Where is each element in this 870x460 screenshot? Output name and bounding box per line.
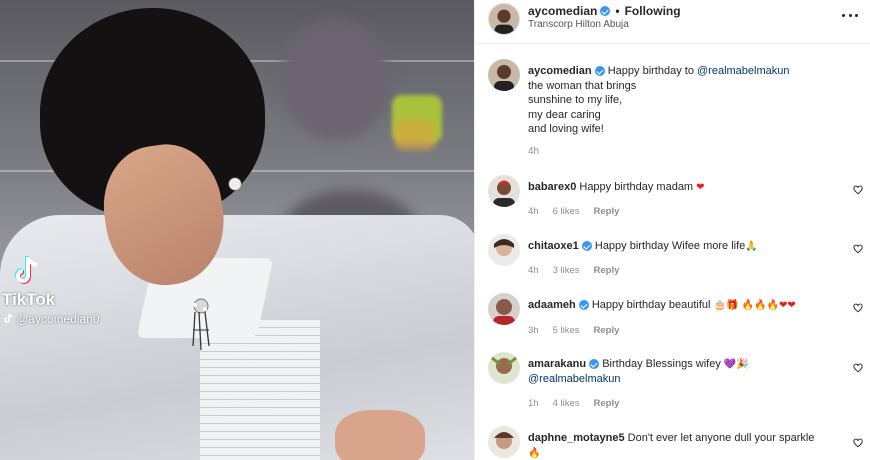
caption-line: and loving wife! (528, 123, 604, 135)
like-heart-icon[interactable] (853, 303, 863, 313)
brooch-icon (192, 298, 210, 351)
comment-time[interactable]: 4h (528, 206, 539, 217)
reply-button[interactable]: Reply (594, 265, 620, 276)
heart-emoji: ❤ (696, 182, 705, 193)
caption-line: the woman that brings (528, 79, 637, 92)
tiktok-small-icon (4, 313, 13, 323)
username-link[interactable]: daphne_motayne5 (528, 432, 625, 444)
comment-meta: 4h 6 likes Reply (528, 206, 619, 217)
praying-hands-emoji: 🙏 (745, 241, 758, 252)
caption-line: my dear caring (528, 108, 601, 121)
comment-text: daphne_motayne5 Don't ever let anyone du… (528, 431, 828, 460)
post-header: aycomedian • Following Transcorp Hilton … (475, 0, 870, 44)
verified-icon (594, 66, 605, 77)
like-heart-icon[interactable] (853, 438, 863, 448)
like-heart-icon[interactable] (853, 185, 863, 195)
comment-body: Happy birthday Wifee more life (594, 240, 746, 252)
avatar[interactable] (488, 352, 520, 384)
like-heart-icon[interactable] (853, 244, 863, 254)
comment-body: Happy birthday madam (579, 181, 694, 193)
emoji-sequence: 💜🎉 (723, 359, 749, 370)
post-sidebar: aycomedian • Following Transcorp Hilton … (474, 0, 870, 460)
comment-body: Birthday Blessings wifey (602, 358, 721, 370)
like-heart-icon[interactable] (853, 363, 863, 373)
following-button[interactable]: Following (625, 4, 681, 18)
username-link[interactable]: amarakanu (528, 358, 586, 370)
comment-body: Happy birthday beautiful (591, 299, 711, 311)
avatar[interactable] (488, 3, 520, 35)
avatar[interactable] (488, 426, 520, 458)
verified-icon (589, 359, 600, 370)
comment-text: babarex0 Happy birthday madam ❤ (528, 180, 828, 195)
background-object (280, 20, 390, 140)
avatar[interactable] (488, 293, 520, 325)
background-object (395, 120, 435, 150)
mention-link[interactable]: @realmabelmakun (528, 373, 621, 385)
emoji-sequence: 🎂🎁 🔥🔥🔥❤❤ (713, 300, 796, 311)
comment-text: chitaoxe1 Happy birthday Wifee more life… (528, 239, 828, 254)
caption-timestamp[interactable]: 4h (528, 146, 539, 157)
comment-likes[interactable]: 5 likes (553, 325, 580, 336)
verified-icon (581, 241, 592, 252)
separator: • (615, 4, 620, 18)
username-link[interactable]: aycomedian (528, 4, 597, 18)
tiktok-handle: @aycomedian0 (2, 312, 100, 326)
caption-prefix: Happy birthday to (607, 65, 697, 77)
reply-button[interactable]: Reply (594, 206, 620, 217)
hand (335, 410, 425, 460)
caption-text: aycomedian Happy birthday to @realmabelm… (528, 64, 828, 137)
pearl-earring (229, 178, 241, 190)
location-link[interactable]: Transcorp Hilton Abuja (528, 19, 629, 30)
more-options-icon[interactable] (842, 10, 858, 20)
username-link[interactable]: aycomedian (528, 65, 592, 77)
mention-link[interactable]: @realmabelmakun (697, 65, 790, 77)
comment-body: Don't ever let anyone dull your sparkle (627, 432, 815, 444)
tiktok-watermark: TikTok @aycomedian0 (2, 255, 100, 326)
header-user: aycomedian • Following (528, 4, 681, 18)
comment-likes[interactable]: 6 likes (553, 206, 580, 217)
avatar[interactable] (488, 234, 520, 266)
tiktok-brand: TikTok (2, 290, 56, 309)
comment-meta: 1h 4 likes Reply (528, 398, 619, 409)
post-media[interactable]: TikTok @aycomedian0 (0, 0, 474, 460)
comment-time[interactable]: 3h (528, 325, 539, 336)
comment-time[interactable]: 4h (528, 265, 539, 276)
comment-text: amarakanu Birthday Blessings wifey 💜🎉 @r… (528, 357, 828, 387)
verified-icon (578, 300, 589, 311)
username-link[interactable]: adaameh (528, 299, 576, 311)
avatar[interactable] (488, 175, 520, 207)
comment-meta: 3h 5 likes Reply (528, 325, 619, 336)
fire-emoji: 🔥 (528, 448, 541, 459)
reply-button[interactable]: Reply (594, 325, 620, 336)
comment-time[interactable]: 1h (528, 398, 539, 409)
comment-meta: 4h 3 likes Reply (528, 265, 619, 276)
comment-likes[interactable]: 3 likes (553, 265, 580, 276)
verified-icon (600, 6, 611, 16)
avatar[interactable] (488, 59, 520, 91)
comment-likes[interactable]: 4 likes (553, 398, 580, 409)
reply-button[interactable]: Reply (594, 398, 620, 409)
username-link[interactable]: chitaoxe1 (528, 240, 579, 252)
comment-text: adaameh Happy birthday beautiful 🎂🎁 🔥🔥🔥❤… (528, 298, 828, 313)
tiktok-handle-text: @aycomedian0 (16, 312, 100, 326)
caption-line: sunshine to my life, (528, 94, 623, 106)
username-link[interactable]: babarex0 (528, 181, 576, 193)
tiktok-icon (15, 256, 38, 284)
